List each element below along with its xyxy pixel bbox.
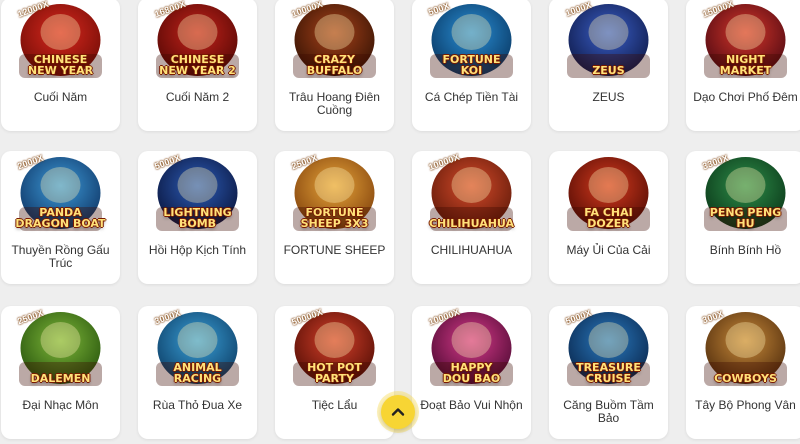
lantern-icon: 15000X Night Market [698, 0, 793, 82]
game-title: Tây Bộ Phong Vân [695, 398, 796, 412]
game-card[interactable]: 2000X Panda Dragon Boat Thuyền Rồng Gấu Tr… [1, 151, 120, 284]
game-logo-text: Panda Dragon Boat [15, 206, 106, 230]
game-logo-text: Peng Peng Hu [709, 206, 782, 230]
game-title: ZEUS [592, 90, 625, 104]
sheep-icon: 2500X Fortune Sheep 3x3 [287, 153, 382, 235]
lion-dance-icon: 16800X Chinese New Year 2 [150, 0, 245, 82]
game-card[interactable]: 10000X Crazy Buffalo Trâu Hoang Điên Cuồng [275, 0, 394, 131]
game-logo-text: Chinese New Year [27, 53, 94, 77]
buffalo-icon: 10000X Crazy Buffalo [287, 0, 382, 82]
game-logo-text: Fortune Koi [442, 53, 501, 77]
game-card[interactable]: 3300X Peng Peng Hu Bính Bính Hồ [686, 151, 800, 284]
lightning-bomb-icon: 5000X Lightning Bomb [150, 153, 245, 235]
lion-dance-icon: 12000X Chinese New Year [13, 0, 108, 82]
elephant-icon: 2500X Dalemen [13, 308, 108, 390]
game-card[interactable]: 2500X Fortune Sheep 3x3 FORTUNE SHEEP [275, 151, 394, 284]
game-card[interactable]: 10000X Chilihuahua CHILIHUAHUA [412, 151, 531, 284]
game-logo-text: Crazy Buffalo [306, 53, 363, 77]
scroll-to-top-button[interactable] [381, 395, 415, 429]
game-card[interactable]: 300X Cowboys Tây Bộ Phong Vân [686, 306, 800, 439]
hot-pot-icon: 50000X Hot Pot Party [287, 307, 382, 390]
game-logo-text: Animal Racing [173, 361, 222, 385]
pirate-icon: 5000X Treasure Cruise [561, 308, 656, 390]
game-title: Thuyền Rồng Gấu Trúc [11, 243, 110, 270]
game-title: Dạo Chơi Phố Đêm [693, 90, 798, 104]
rabbit-racer-icon: 3000X Animal Racing [150, 308, 245, 390]
game-title: Tiệc Lẩu [311, 398, 358, 412]
game-logo-text: Chinese New Year 2 [159, 53, 236, 77]
game-title: Cuối Năm [33, 90, 88, 104]
game-title: Rùa Thỏ Đua Xe [152, 398, 243, 412]
koi-fish-icon: 500X Fortune Koi [424, 1, 519, 82]
game-card[interactable]: 10000X Happy Dou Bao Đoạt Bảo Vui Nhộn [412, 306, 531, 439]
game-card[interactable]: 2500X Dalemen Đại Nhạc Môn [1, 306, 120, 439]
game-logo-text: Cowboys [714, 372, 777, 385]
cowboy-icon: 300X Cowboys [698, 309, 793, 390]
game-logo-text: Dalemen [30, 372, 91, 385]
game-card[interactable]: Fa Chai Dozer Máy Ủi Của Cải [549, 151, 668, 284]
mahjong-tile-icon: 3300X Peng Peng Hu [698, 153, 793, 235]
game-card[interactable]: 3000X Animal Racing Rùa Thỏ Đua Xe [138, 306, 257, 439]
game-card[interactable]: 50000X Hot Pot Party Tiệc Lẩu [275, 306, 394, 439]
game-title: Đại Nhạc Môn [22, 398, 99, 412]
game-logo-text: Zeus [592, 64, 625, 77]
game-card[interactable]: 12000X Chinese New Year Cuối Năm [1, 0, 120, 131]
game-title: Bính Bính Hồ [709, 243, 782, 257]
game-logo-text: Fa Chai Dozer [584, 206, 633, 230]
game-title: Cá Chép Tiền Tài [424, 90, 519, 104]
game-card[interactable]: 5000X Lightning Bomb Hồi Hộp Kịch Tính [138, 151, 257, 284]
game-card[interactable]: 1000X Zeus ZEUS [549, 0, 668, 131]
gold-ingot-icon: Fa Chai Dozer [561, 155, 656, 235]
game-title: Cuối Năm 2 [165, 90, 230, 104]
game-logo-text: Treasure Cruise [576, 361, 641, 385]
game-title: Trâu Hoang Điên Cuồng [289, 90, 380, 117]
game-logo-text: Happy Dou Bao [442, 361, 501, 385]
game-card[interactable]: 15000X Night Market Dạo Chơi Phố Đêm [686, 0, 800, 131]
game-logo-text: Hot Pot Party [307, 361, 362, 385]
chevron-up-icon [391, 408, 405, 416]
game-title: Máy Ủi Của Cải [566, 243, 651, 257]
game-grid: 12000X Chinese New Year Cuối Năm 16800X Chin… [0, 0, 800, 444]
game-title: Đoạt Bảo Vui Nhộn [420, 398, 523, 412]
panda-icon: 2000X Panda Dragon Boat [13, 153, 108, 235]
game-card[interactable]: 5000X Treasure Cruise Căng Buồm Tầm Bảo [549, 306, 668, 439]
game-logo-text: Lightning Bomb [163, 206, 232, 230]
zeus-icon: 1000X Zeus [561, 0, 656, 82]
chihuahua-icon: 10000X Chilihuahua [424, 152, 519, 235]
game-logo-text: Chilihuahua [428, 217, 515, 230]
game-logo-text: Fortune Sheep 3x3 [300, 206, 369, 230]
game-title: FORTUNE SHEEP [283, 243, 386, 257]
game-card[interactable]: 16800X Chinese New Year 2 Cuối Năm 2 [138, 0, 257, 131]
game-card[interactable]: 500X Fortune Koi Cá Chép Tiền Tài [412, 0, 531, 131]
game-title: Hồi Hộp Kịch Tính [148, 243, 247, 257]
game-title: Căng Buồm Tầm Bảo [563, 398, 654, 425]
gumball-machine-icon: 10000X Happy Dou Bao [424, 307, 519, 390]
game-logo-text: Night Market [719, 53, 772, 77]
game-title: CHILIHUAHUA [430, 243, 513, 257]
